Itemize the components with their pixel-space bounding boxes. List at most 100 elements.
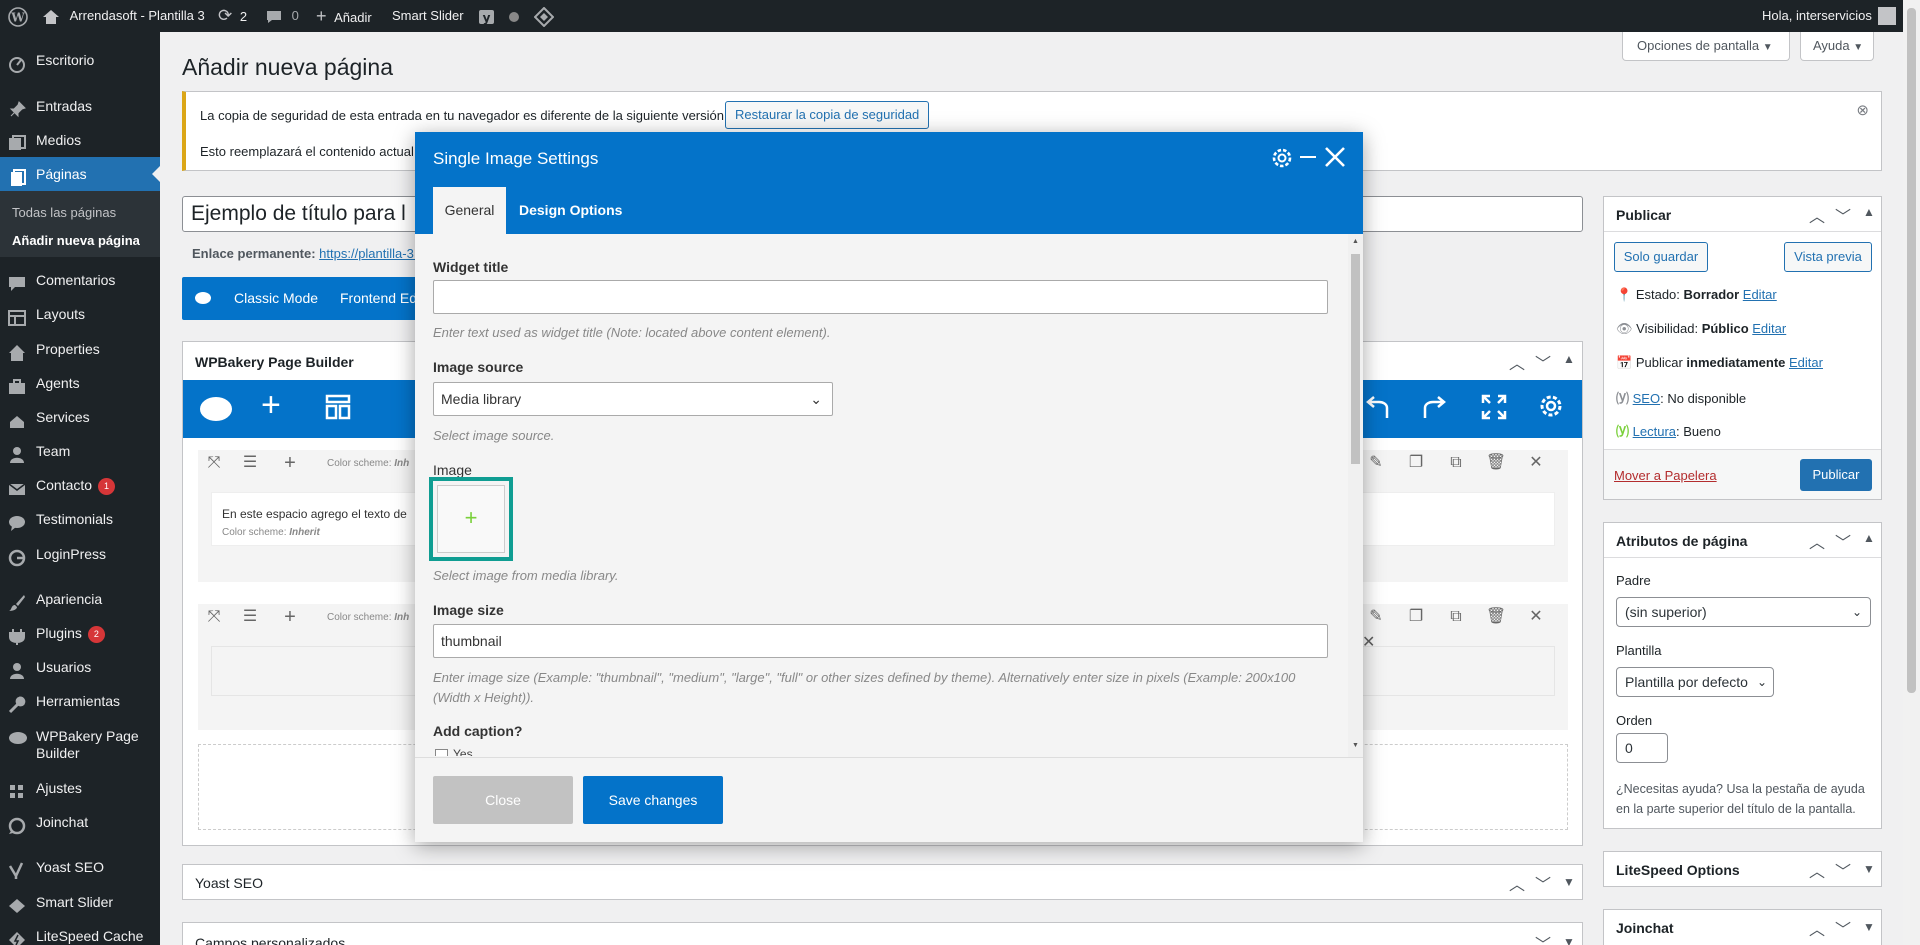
chevron-up-icon[interactable]: ︿	[1509, 350, 1525, 374]
chevron-down-icon[interactable]: ﹀	[1835, 529, 1851, 553]
modal-minimize-icon[interactable]	[1300, 156, 1316, 158]
menu-team[interactable]: Team	[0, 434, 160, 468]
wpbakery-cloud-icon[interactable]	[199, 394, 233, 425]
row-move-icon[interactable]: ⤧	[200, 606, 228, 628]
add-new-link[interactable]: + Añadir	[316, 0, 372, 32]
collapse-toggle-icon[interactable]: ▲	[1863, 205, 1875, 219]
close-button[interactable]: Close	[433, 776, 573, 824]
page-settings-gear-icon[interactable]	[1537, 392, 1565, 423]
chevron-up-icon[interactable]: ︿	[1809, 858, 1825, 882]
chevron-up-icon[interactable]: ︿	[1509, 871, 1525, 895]
modal-scrollbar-thumb[interactable]	[1351, 254, 1360, 464]
menu-escritorio[interactable]: Escritorio	[0, 43, 160, 77]
row-delete-icon[interactable]: 🗑	[1482, 606, 1510, 628]
updates-link[interactable]: ⟳ 2	[218, 0, 247, 32]
modal-settings-gear-icon[interactable]	[1270, 146, 1294, 173]
menu-wpbakery[interactable]: WPBakery Page Builder	[0, 725, 160, 765]
wordpress-logo-icon[interactable]: W	[8, 0, 28, 32]
page-scrollbar[interactable]	[1903, 0, 1920, 945]
widget-title-input[interactable]	[433, 280, 1328, 314]
restore-backup-button[interactable]: Restaurar la copia de seguridad	[725, 101, 930, 129]
collapse-toggle-icon[interactable]: ▼	[1563, 875, 1575, 889]
yoast-box-title[interactable]: Yoast SEO	[195, 875, 263, 891]
chevron-up-icon[interactable]: ︿	[1809, 203, 1825, 227]
edit-schedule-link[interactable]: Editar	[1789, 355, 1823, 370]
frontend-editor-button[interactable]: Frontend Ed	[340, 290, 417, 306]
row-add-icon[interactable]: +	[276, 606, 304, 628]
chevron-down-icon[interactable]: ﹀	[1835, 203, 1851, 227]
diamond-icon[interactable]	[533, 0, 555, 32]
collapse-toggle-icon[interactable]: ▲	[1563, 352, 1575, 366]
menu-testimonials[interactable]: Testimonials	[0, 502, 160, 536]
row-edit-icon[interactable]: ✎	[1362, 606, 1390, 628]
comments-link[interactable]: 0	[266, 0, 299, 32]
move-to-trash-link[interactable]: Mover a Papelera	[1614, 468, 1717, 483]
menu-layouts[interactable]: Layouts	[0, 297, 160, 331]
menu-loginpress[interactable]: LoginPress	[0, 537, 160, 571]
save-changes-button[interactable]: Save changes	[583, 776, 723, 824]
chevron-up-icon[interactable]: ︿	[1809, 529, 1825, 553]
modal-close-icon[interactable]	[1324, 146, 1346, 171]
seo-link[interactable]: SEO	[1633, 391, 1660, 406]
tab-design-options[interactable]: Design Options	[519, 187, 622, 234]
screen-options-button[interactable]: Opciones de pantalla ▼	[1622, 32, 1790, 61]
chevron-down-icon[interactable]: ﹀	[1535, 871, 1551, 895]
greeting-text[interactable]: Hola, interservicios	[1762, 0, 1872, 32]
seo-score-dot-icon[interactable]	[508, 0, 520, 32]
templates-icon[interactable]	[325, 394, 351, 423]
row-layout-icon[interactable]: ☰	[236, 606, 264, 628]
menu-yoast[interactable]: Yoast SEO	[0, 850, 160, 884]
submenu-add-new[interactable]: Añadir nueva página	[12, 233, 140, 248]
template-select[interactable]: Plantilla por defecto ⌄	[1616, 667, 1774, 697]
menu-paginas[interactable]: Páginas	[0, 157, 160, 191]
modal-scrollbar[interactable]: ▲ ▼	[1348, 234, 1363, 757]
parent-select[interactable]: (sin superior) ⌄	[1616, 597, 1871, 627]
add-image-button[interactable]: +	[437, 485, 505, 553]
chevron-up-icon[interactable]: ︿	[1809, 916, 1825, 940]
order-input[interactable]: 0	[1616, 733, 1668, 763]
menu-smart-slider[interactable]: Smart Slider	[0, 885, 160, 919]
joinchat-box-title[interactable]: Joinchat	[1616, 920, 1674, 936]
menu-joinchat[interactable]: Joinchat	[0, 805, 160, 839]
image-source-select[interactable]: Media library ⌄	[433, 382, 833, 416]
classic-mode-button[interactable]: Classic Mode	[234, 290, 318, 306]
menu-herramientas[interactable]: Herramientas	[0, 684, 160, 718]
close-notice-icon[interactable]: ⊗	[1856, 101, 1869, 119]
undo-icon[interactable]	[1363, 394, 1391, 425]
litespeed-box-title[interactable]: LiteSpeed Options	[1616, 862, 1740, 878]
submenu-all-pages[interactable]: Todas las páginas	[12, 205, 116, 220]
chevron-down-icon[interactable]: ﹀	[1835, 916, 1851, 940]
collapse-toggle-icon[interactable]: ▲	[1863, 531, 1875, 545]
menu-contacto[interactable]: Contacto 1	[0, 468, 160, 502]
menu-agents[interactable]: Agents	[0, 366, 160, 400]
row-remove-icon[interactable]: ✕	[1522, 606, 1550, 628]
row-clone-icon[interactable]: ❐	[1402, 606, 1430, 628]
row-add-icon[interactable]: +	[276, 452, 304, 474]
menu-plugins[interactable]: Plugins 2	[0, 616, 160, 650]
menu-comentarios[interactable]: Comentarios	[0, 263, 160, 297]
redo-icon[interactable]	[1421, 394, 1449, 425]
smart-slider-link[interactable]: Smart Slider	[392, 0, 464, 32]
scroll-up-arrow-icon[interactable]: ▲	[1352, 238, 1359, 245]
site-home-link[interactable]: Arrendasoft - Plantilla 3	[42, 0, 205, 32]
avatar[interactable]	[1878, 7, 1896, 25]
menu-properties[interactable]: Properties	[0, 332, 160, 366]
readability-link[interactable]: Lectura	[1633, 424, 1676, 439]
edit-status-link[interactable]: Editar	[1743, 287, 1777, 302]
menu-entradas[interactable]: Entradas	[0, 89, 160, 123]
permalink-url[interactable]: https://plantilla-3.	[319, 246, 417, 261]
tab-general[interactable]: General	[433, 187, 506, 234]
image-size-input[interactable]: thumbnail	[433, 624, 1328, 658]
help-button[interactable]: Ayuda ▼	[1800, 32, 1874, 61]
page-scrollbar-thumb[interactable]	[1907, 8, 1916, 693]
edit-visibility-link[interactable]: Editar	[1752, 321, 1786, 336]
collapse-toggle-icon[interactable]: ▼	[1563, 935, 1575, 945]
chevron-up-icon[interactable]: ︿	[1509, 931, 1525, 945]
menu-apariencia[interactable]: Apariencia	[0, 582, 160, 616]
menu-usuarios[interactable]: Usuarios	[0, 650, 160, 684]
close-icon[interactable]: ✕	[1362, 632, 1375, 652]
fullscreen-icon[interactable]	[1481, 394, 1507, 423]
menu-litespeed[interactable]: LiteSpeed Cache	[0, 919, 160, 945]
row-copy-icon[interactable]: ⧉	[1442, 452, 1470, 474]
scroll-down-arrow-icon[interactable]: ▼	[1352, 742, 1359, 749]
